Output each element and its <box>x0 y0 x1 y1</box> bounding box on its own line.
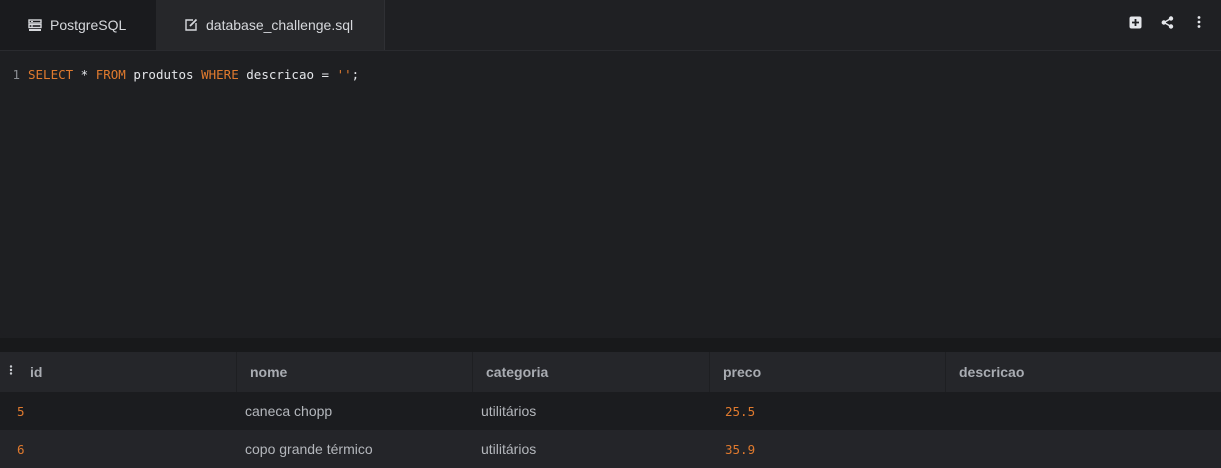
results-table: id nome categoria preco descricao 5 cane… <box>0 352 1221 468</box>
cell-id: 5 <box>17 403 25 419</box>
token-condition: descricao = <box>238 66 337 82</box>
table-row[interactable]: 5 caneca chopp utilitários 25.5 <box>0 392 1221 430</box>
token-semicolon: ; <box>351 66 360 82</box>
column-header-nome[interactable]: nome <box>236 352 472 392</box>
more-vertical-icon[interactable] <box>1191 14 1207 30</box>
cell-preco: 35.9 <box>725 441 756 457</box>
column-options-icon[interactable] <box>9 364 17 378</box>
cell-categoria: utilitários <box>481 403 537 419</box>
table-row[interactable]: 6 copo grande térmico utilitários 35.9 <box>0 430 1221 468</box>
cell-nome: caneca chopp <box>245 403 333 419</box>
cell-id: 6 <box>17 441 25 457</box>
toolbar-actions <box>1127 0 1207 44</box>
panel-divider[interactable] <box>0 338 1221 352</box>
column-header-id[interactable]: id <box>17 352 236 392</box>
share-icon[interactable] <box>1159 14 1175 30</box>
tab-sql-file-label: database_challenge.sql <box>206 17 354 33</box>
keyword-from: FROM <box>95 66 126 82</box>
tab-database-label: PostgreSQL <box>50 17 127 33</box>
tab-sql-file[interactable]: database_challenge.sql <box>156 0 385 50</box>
database-list-icon <box>27 17 43 33</box>
top-tab-bar: PostgreSQL database_challenge.sql <box>0 0 1221 51</box>
column-header-categoria[interactable]: categoria <box>472 352 709 392</box>
token-star: * <box>73 66 96 82</box>
keyword-select: SELECT <box>28 66 74 82</box>
sql-editor[interactable]: 1 SELECT * FROM produtos WHERE descricao … <box>0 51 1221 336</box>
cell-preco: 25.5 <box>725 403 756 419</box>
cell-nome: copo grande térmico <box>245 441 373 457</box>
line-number: 1 <box>12 66 20 82</box>
table-header: id nome categoria preco descricao <box>0 352 1221 392</box>
token-table: produtos <box>125 66 202 82</box>
cell-categoria: utilitários <box>481 441 537 457</box>
column-header-preco[interactable]: preco <box>709 352 945 392</box>
code-line: 1 SELECT * FROM produtos WHERE descricao … <box>0 65 359 83</box>
edit-icon <box>183 17 199 33</box>
column-header-descricao[interactable]: descricao <box>945 352 1221 392</box>
keyword-where: WHERE <box>201 66 239 82</box>
token-string: '' <box>336 66 352 82</box>
tab-database[interactable]: PostgreSQL <box>0 0 156 50</box>
add-tab-icon[interactable] <box>1127 14 1143 30</box>
